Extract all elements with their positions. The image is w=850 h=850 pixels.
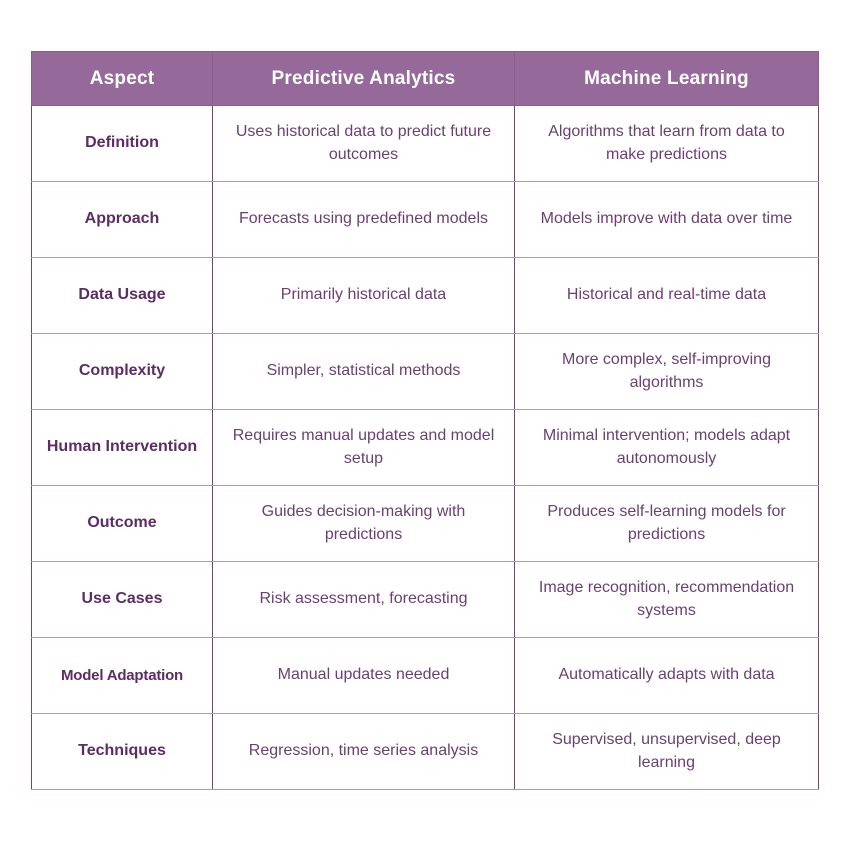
row-aspect-label: Approach xyxy=(31,181,213,258)
row-aspect-label: Use Cases xyxy=(31,561,213,638)
table-row: Techniques Regression, time series analy… xyxy=(31,713,819,790)
row-aspect-label: Techniques xyxy=(31,713,213,790)
table-row: Human Intervention Requires manual updat… xyxy=(31,409,819,486)
table-row: Model Adaptation Manual updates needed A… xyxy=(31,637,819,714)
row-machine-learning-value: Produces self-learning models for predic… xyxy=(514,485,819,562)
table-header: Aspect Predictive Analytics Machine Lear… xyxy=(31,51,819,106)
row-predictive-analytics-value: Uses historical data to predict future o… xyxy=(212,105,515,182)
row-predictive-analytics-value: Simpler, statistical methods xyxy=(212,333,515,410)
table-row: Use Cases Risk assessment, forecasting I… xyxy=(31,561,819,638)
table-row: Approach Forecasts using predefined mode… xyxy=(31,181,819,258)
table-row: Outcome Guides decision-making with pred… xyxy=(31,485,819,562)
row-machine-learning-value: Minimal intervention; models adapt auton… xyxy=(514,409,819,486)
row-machine-learning-value: Algorithms that learn from data to make … xyxy=(514,105,819,182)
column-header-predictive-analytics: Predictive Analytics xyxy=(212,51,515,106)
row-aspect-label: Human Intervention xyxy=(31,409,213,486)
row-aspect-label: Definition xyxy=(31,105,213,182)
row-predictive-analytics-value: Risk assessment, forecasting xyxy=(212,561,515,638)
column-header-aspect: Aspect xyxy=(31,51,213,106)
row-predictive-analytics-value: Manual updates needed xyxy=(212,637,515,714)
table-header-row: Aspect Predictive Analytics Machine Lear… xyxy=(31,51,819,106)
comparison-table-container: Aspect Predictive Analytics Machine Lear… xyxy=(31,51,819,790)
row-machine-learning-value: More complex, self-improving algorithms xyxy=(514,333,819,410)
page-root: Aspect Predictive Analytics Machine Lear… xyxy=(0,0,850,850)
row-machine-learning-value: Models improve with data over time xyxy=(514,181,819,258)
table-row: Data Usage Primarily historical data His… xyxy=(31,257,819,334)
table-row: Complexity Simpler, statistical methods … xyxy=(31,333,819,410)
row-aspect-label: Data Usage xyxy=(31,257,213,334)
row-aspect-label: Outcome xyxy=(31,485,213,562)
comparison-table: Aspect Predictive Analytics Machine Lear… xyxy=(31,51,819,790)
row-predictive-analytics-value: Regression, time series analysis xyxy=(212,713,515,790)
table-row: Definition Uses historical data to predi… xyxy=(31,105,819,182)
row-machine-learning-value: Image recognition, recommendation system… xyxy=(514,561,819,638)
row-aspect-label: Complexity xyxy=(31,333,213,410)
row-aspect-label: Model Adaptation xyxy=(31,637,213,714)
table-body: Definition Uses historical data to predi… xyxy=(31,105,819,790)
row-machine-learning-value: Historical and real-time data xyxy=(514,257,819,334)
row-machine-learning-value: Supervised, unsupervised, deep learning xyxy=(514,713,819,790)
column-header-machine-learning: Machine Learning xyxy=(514,51,819,106)
row-predictive-analytics-value: Requires manual updates and model setup xyxy=(212,409,515,486)
row-predictive-analytics-value: Forecasts using predefined models xyxy=(212,181,515,258)
row-predictive-analytics-value: Primarily historical data xyxy=(212,257,515,334)
row-predictive-analytics-value: Guides decision-making with predictions xyxy=(212,485,515,562)
row-machine-learning-value: Automatically adapts with data xyxy=(514,637,819,714)
